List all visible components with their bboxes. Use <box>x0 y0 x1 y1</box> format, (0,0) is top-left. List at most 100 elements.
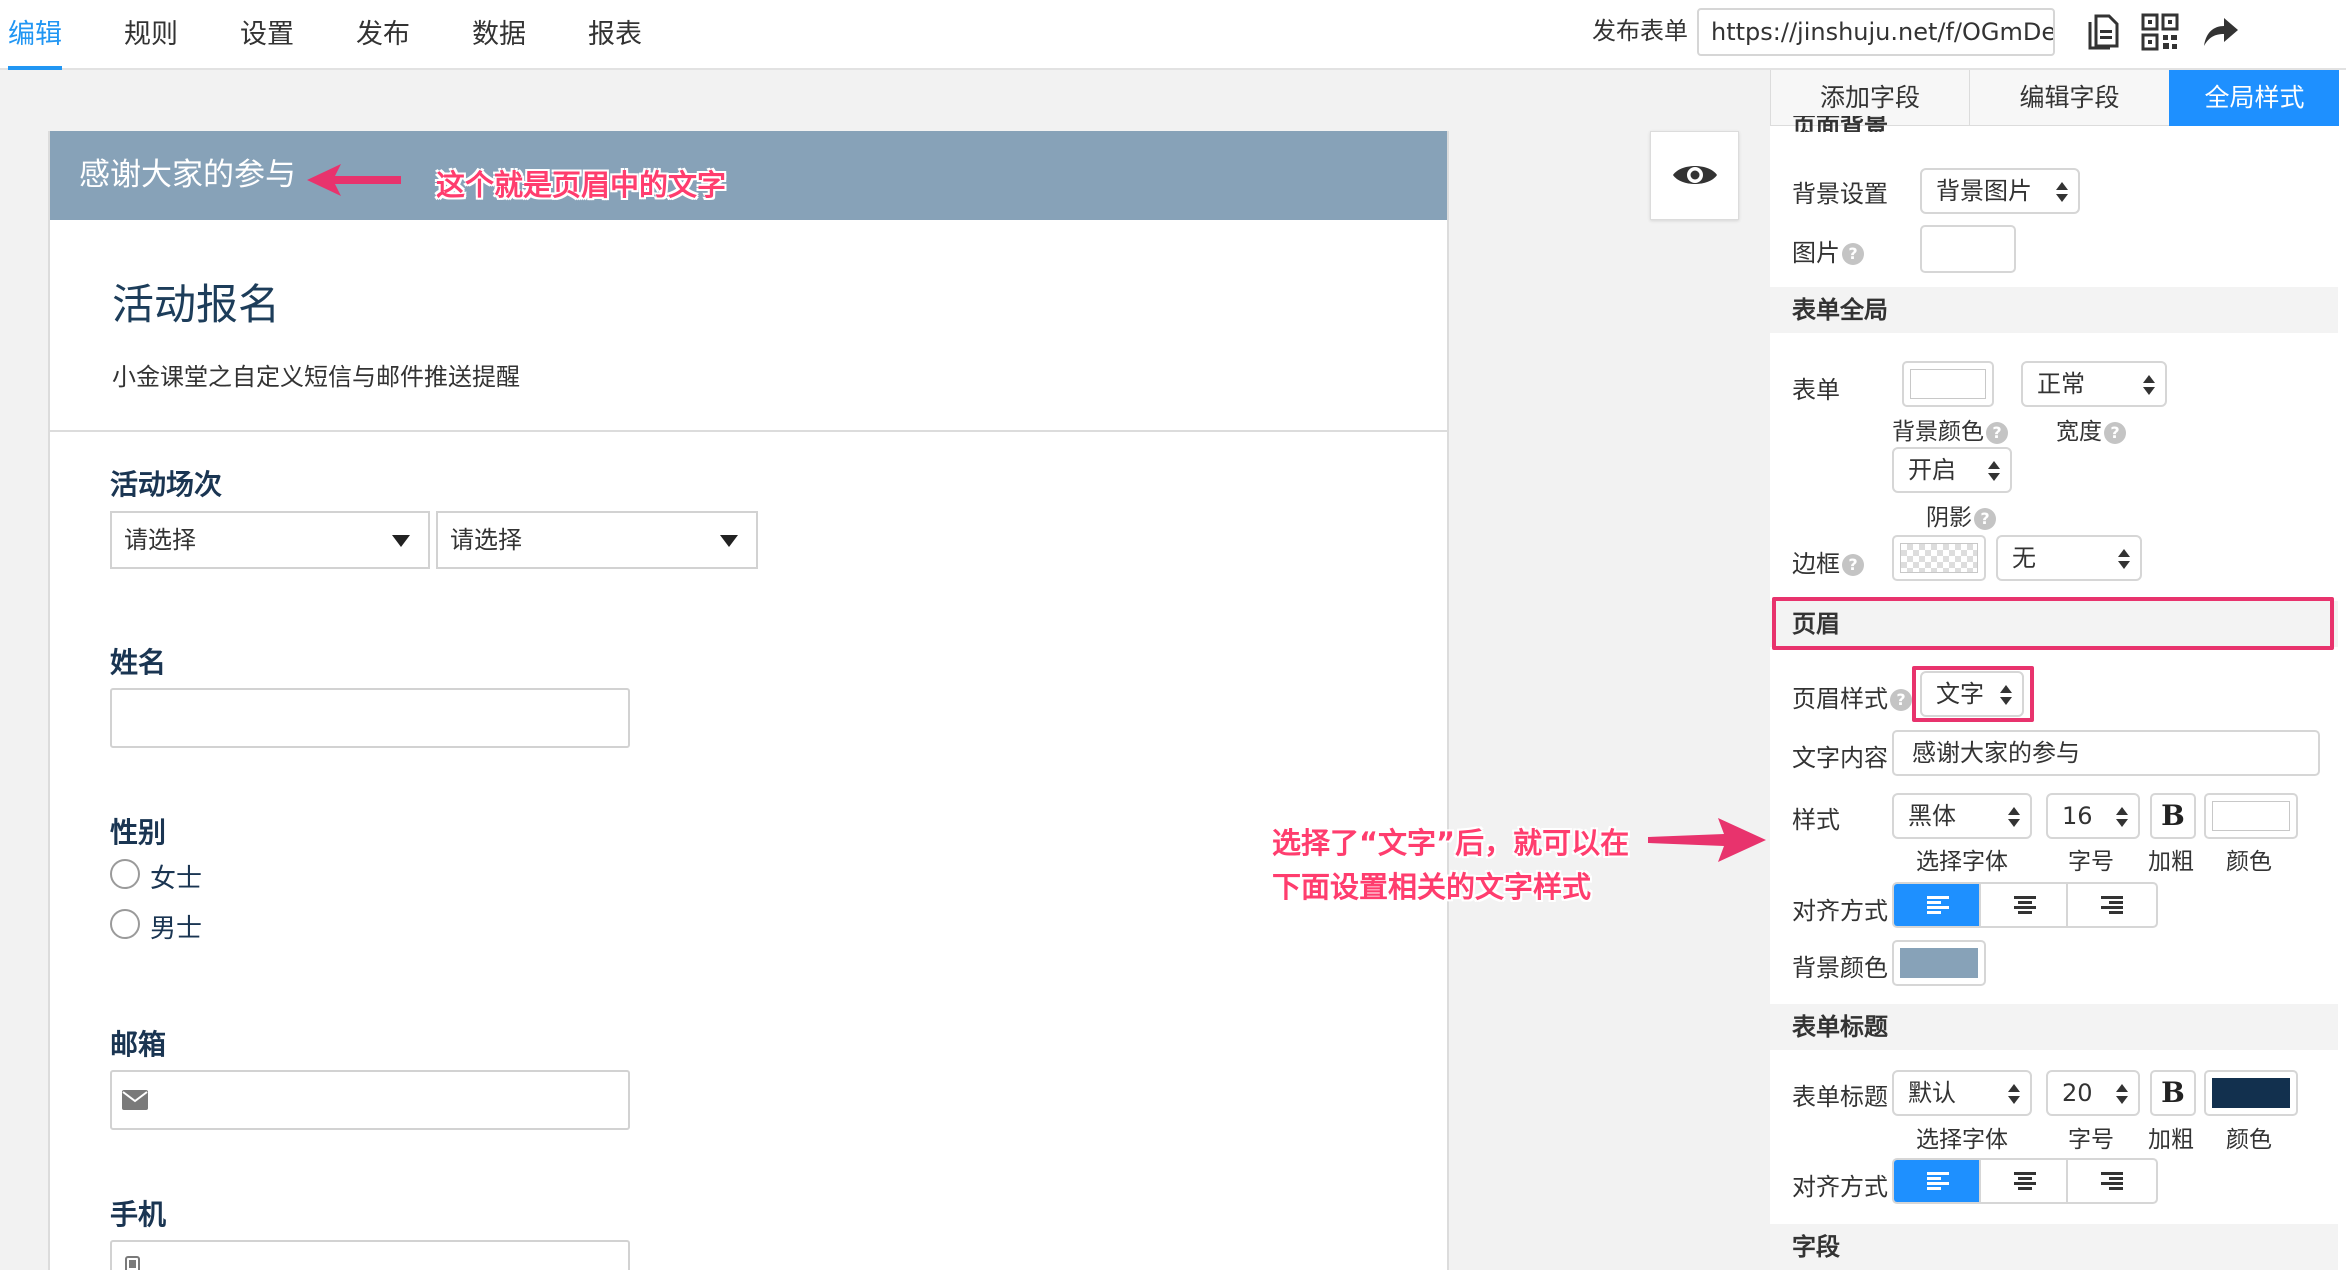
shadow-value: 开启 <box>1908 456 1956 484</box>
align-right-icon <box>2101 896 2123 914</box>
align-center-button[interactable] <box>1981 884 2068 926</box>
session-select-2-value: 请选择 <box>450 526 522 554</box>
section-form-global: 表单全局 <box>1770 287 2338 333</box>
title-size-value: 20 <box>2062 1079 2093 1107</box>
form-bg-color-picker[interactable] <box>1902 361 1994 407</box>
bg-setting-value: 背景图片 <box>1936 177 2032 205</box>
form-label: 表单 <box>1792 376 1840 404</box>
align-left-icon <box>1927 1172 1949 1190</box>
border-label: 边框? <box>1792 544 1864 579</box>
align-right-button[interactable] <box>2068 884 2155 926</box>
bg-image-picker[interactable] <box>1920 225 2016 273</box>
session-select-1[interactable]: 请选择 <box>110 511 430 569</box>
help-icon[interactable]: ? <box>1986 421 2008 444</box>
help-icon[interactable]: ? <box>1842 554 1864 576</box>
section-fields: 字段 <box>1770 1224 2338 1270</box>
header-text-input[interactable]: 感谢大家的参与 <box>1892 730 2320 776</box>
form-width-select[interactable]: 正常 <box>2021 361 2167 407</box>
phone-input[interactable] <box>110 1240 630 1270</box>
tab-publish[interactable]: 发布 <box>356 0 410 70</box>
tab-global-style[interactable]: 全局样式 <box>2169 70 2339 126</box>
updown-icon <box>2118 549 2130 569</box>
image-label-text: 图片 <box>1792 239 1840 267</box>
help-icon[interactable]: ? <box>1890 689 1912 711</box>
align-right-icon <box>2101 1172 2123 1190</box>
text-content-label: 文字内容 <box>1792 744 1888 772</box>
gender-option-label: 女士 <box>150 864 203 894</box>
header-bg-color-picker[interactable] <box>1892 940 1986 986</box>
qrcode-icon[interactable] <box>2140 12 2180 52</box>
share-icon[interactable] <box>2200 12 2240 52</box>
align-left-button[interactable] <box>1894 1160 1981 1202</box>
align-center-icon <box>2014 1172 2036 1190</box>
preview-button[interactable] <box>1650 131 1739 220</box>
header-style-label-text: 页眉样式 <box>1792 685 1888 713</box>
shadow-caption: 阴影? <box>1926 498 1996 532</box>
form-description: 小金课堂之自定义短信与邮件推送提醒 <box>112 363 520 391</box>
border-select[interactable]: 无 <box>1996 535 2142 581</box>
annotation-arrow-right-icon <box>1648 818 1766 862</box>
annotation-style-note-line2: 下面设置相关的文字样式 <box>1272 870 1592 904</box>
updown-icon <box>2143 375 2155 395</box>
align-center-icon <box>2014 896 2036 914</box>
field-label-session: 活动场次 <box>110 468 223 501</box>
align-left-button[interactable] <box>1894 884 1981 926</box>
header-align-group <box>1892 882 2158 928</box>
form-title: 活动报名 <box>112 280 281 329</box>
title-text-color-picker[interactable] <box>2204 1070 2298 1116</box>
header-style-highlight <box>1912 666 2034 722</box>
form-header-band: 感谢大家的参与 <box>50 131 1447 220</box>
email-input[interactable] <box>110 1070 630 1130</box>
tab-data[interactable]: 数据 <box>472 0 526 70</box>
field-label-name: 姓名 <box>110 646 167 679</box>
align-right-button[interactable] <box>2068 1160 2155 1202</box>
session-select-1-value: 请选择 <box>124 526 196 554</box>
help-icon[interactable]: ? <box>2104 421 2126 444</box>
help-icon[interactable]: ? <box>1974 507 1996 530</box>
updown-icon <box>2116 807 2128 827</box>
tab-edit[interactable]: 编辑 <box>8 0 62 70</box>
title-bold-button[interactable]: B <box>2150 1070 2196 1116</box>
border-color-picker[interactable] <box>1892 535 1986 581</box>
header-size-select[interactable]: 16 <box>2046 793 2140 839</box>
size-caption: 字号 <box>2068 849 2114 875</box>
top-bar: 编辑 规则 设置 发布 数据 报表 发布表单 https://jinshuju.… <box>0 0 2346 70</box>
name-input[interactable] <box>110 688 630 748</box>
title-align-label: 对齐方式 <box>1792 1173 1888 1201</box>
tab-settings[interactable]: 设置 <box>240 0 294 70</box>
color-caption: 颜色 <box>2226 1127 2272 1153</box>
title-font-select[interactable]: 默认 <box>1892 1070 2032 1116</box>
bg-setting-select[interactable]: 背景图片 <box>1920 168 2080 214</box>
document-icon[interactable] <box>2084 12 2124 52</box>
section-form-title: 表单标题 <box>1770 1004 2338 1050</box>
header-bold-button[interactable]: B <box>2150 793 2196 839</box>
field-label-phone: 手机 <box>110 1198 167 1231</box>
width-caption-text: 宽度 <box>2056 419 2102 445</box>
session-select-2[interactable]: 请选择 <box>436 511 758 569</box>
annotation-arrow-left-icon <box>307 164 401 196</box>
form-header-text: 感谢大家的参与 <box>79 157 296 193</box>
tab-edit-field[interactable]: 编辑字段 <box>1969 70 2169 126</box>
section-title-page-bg: 页面背景 <box>1792 116 1888 132</box>
updown-icon <box>2056 182 2068 202</box>
bg-setting-label: 背景设置 <box>1792 180 1888 208</box>
style-panel: 添加字段 编辑字段 全局样式 页面背景 背景设置 背景图片 图片? 表单全局 表… <box>1770 70 2346 1270</box>
chevron-down-icon <box>392 535 410 547</box>
gender-radio-female[interactable] <box>110 859 140 889</box>
align-center-button[interactable] <box>1981 1160 2068 1202</box>
image-label: 图片? <box>1792 233 1864 268</box>
help-icon[interactable]: ? <box>1842 243 1864 265</box>
bold-caption: 加粗 <box>2148 849 2194 875</box>
shadow-select[interactable]: 开启 <box>1892 447 2012 493</box>
header-font-select[interactable]: 黑体 <box>1892 793 2032 839</box>
form-url-field[interactable]: https://jinshuju.net/f/OGmDe <box>1697 8 2055 56</box>
gender-radio-male[interactable] <box>110 909 140 939</box>
header-text-color-picker[interactable] <box>2204 793 2298 839</box>
size-caption: 字号 <box>2068 1127 2114 1153</box>
tab-reports[interactable]: 报表 <box>588 0 642 70</box>
header-font-value: 黑体 <box>1908 802 1956 830</box>
title-size-select[interactable]: 20 <box>2046 1070 2140 1116</box>
section-title-fields: 字段 <box>1792 1233 1840 1261</box>
tab-rules[interactable]: 规则 <box>124 0 178 70</box>
annotation-header-note: 这个就是页眉中的文字 <box>436 168 727 202</box>
